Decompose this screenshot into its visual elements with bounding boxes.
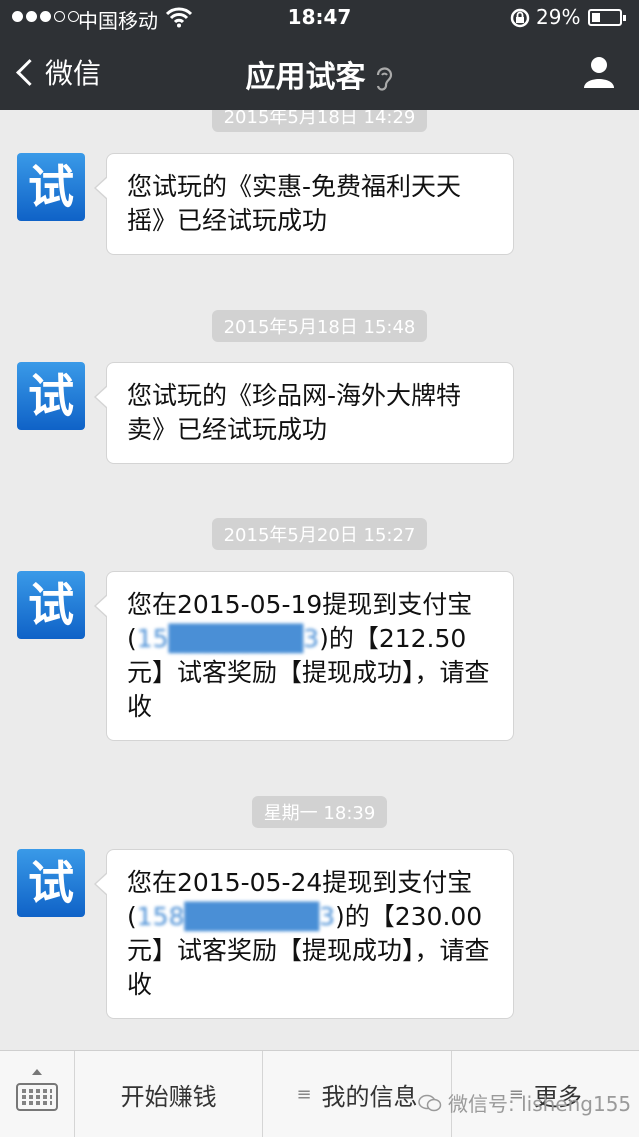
menu-start-earning[interactable]: 开始赚钱 — [75, 1051, 264, 1137]
chat-area[interactable]: 2015年5月18日 14:29 试 您试玩的《实惠-免费福利天天摇》已经试玩成… — [0, 110, 639, 1050]
caret-up-icon — [32, 1069, 42, 1075]
message-bubble[interactable]: 您在2015-05-19提现到支付宝(15███████3)的【212.50元】… — [94, 571, 514, 741]
keyboard-icon — [16, 1083, 58, 1111]
masked-account: 158███████3 — [136, 902, 335, 931]
avatar[interactable]: 试 — [17, 571, 85, 639]
timestamp-row: 2015年5月20日 15:27 — [0, 518, 639, 550]
rotation-lock-icon — [510, 8, 530, 28]
top-bar: 中国移动 18:47 29% 微信 应用试客 — [0, 0, 639, 110]
profile-icon[interactable] — [581, 54, 617, 90]
timestamp-row: 2015年5月18日 15:48 — [0, 310, 639, 342]
avatar[interactable]: 试 — [17, 362, 85, 430]
watermark: 微信号: lisheng155 — [418, 1088, 631, 1117]
message-text: 您试玩的《实惠-免费福利天天摇》已经试玩成功 — [127, 172, 462, 235]
menu-list-icon: ≡ — [296, 1083, 312, 1105]
battery-percent: 29% — [536, 5, 581, 29]
message-bubble[interactable]: 您试玩的《实惠-免费福利天天摇》已经试玩成功 — [94, 153, 514, 255]
avatar[interactable]: 试 — [17, 153, 85, 221]
title-text: 应用试客 — [245, 60, 366, 95]
timestamp-row: 星期一 18:39 — [0, 796, 639, 828]
battery-icon — [588, 9, 626, 26]
message-text: 您试玩的《珍品网-海外大牌特卖》已经试玩成功 — [127, 381, 462, 444]
page-title: 应用试客 — [0, 52, 639, 96]
timestamp: 2015年5月20日 15:27 — [211, 518, 428, 550]
timestamp: 星期一 18:39 — [251, 796, 388, 828]
watermark-text: 微信号: lisheng155 — [448, 1092, 632, 1116]
menu-label: 开始赚钱 — [120, 1082, 217, 1111]
masked-account: 15███████3 — [136, 624, 320, 653]
navigation-bar: 微信 应用试客 — [0, 36, 639, 110]
battery-fill — [592, 13, 600, 22]
message-bubble[interactable]: 您在2015-05-24提现到支付宝(158███████3)的【230.00元… — [94, 849, 514, 1019]
menu-label: 我的信息 — [321, 1082, 418, 1111]
timestamp: 2015年5月18日 14:29 — [211, 110, 428, 132]
timestamp: 2015年5月18日 15:48 — [211, 310, 428, 342]
keyboard-toggle-button[interactable] — [0, 1051, 75, 1137]
avatar[interactable]: 试 — [17, 849, 85, 917]
ear-icon — [376, 66, 392, 91]
timestamp-row: 2015年5月18日 14:29 — [0, 110, 639, 132]
status-bar: 中国移动 18:47 29% — [0, 0, 639, 36]
message-bubble[interactable]: 您试玩的《珍品网-海外大牌特卖》已经试玩成功 — [94, 362, 514, 464]
wechat-logo-icon — [418, 1094, 442, 1111]
